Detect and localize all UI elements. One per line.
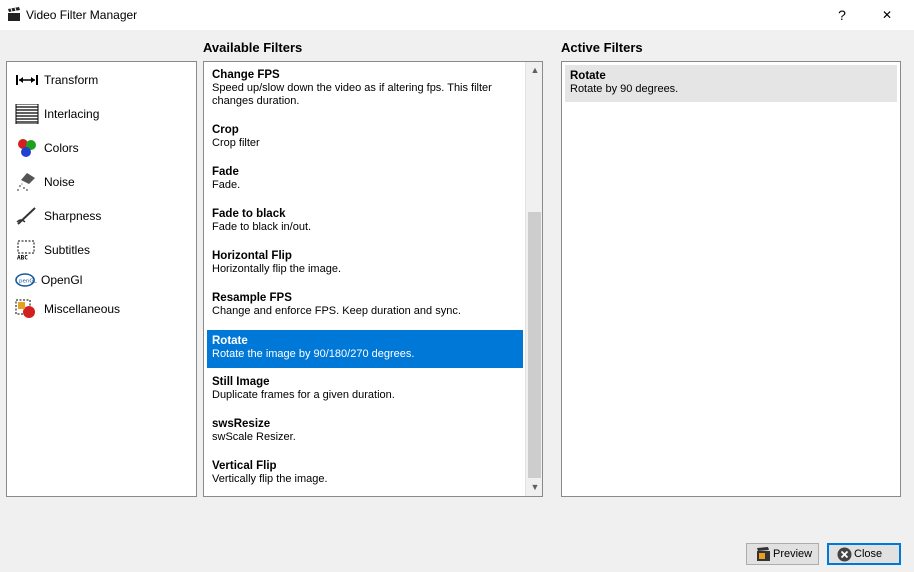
scroll-down-arrow-icon[interactable]: ▼ bbox=[526, 479, 542, 496]
active-filters-heading: Active Filters bbox=[561, 40, 643, 55]
category-subtitles[interactable]: ABC Subtitles bbox=[13, 237, 193, 263]
filter-description: Fade to black in/out. bbox=[212, 221, 312, 233]
filter-item-still-image[interactable]: Still Image Duplicate frames for a given… bbox=[207, 371, 523, 408]
miscellaneous-icon bbox=[15, 299, 35, 318]
filter-item-horizontal-flip[interactable]: Horizontal Flip Horizontally flip the im… bbox=[207, 245, 523, 282]
sharpness-icon bbox=[16, 207, 36, 225]
filter-item-change-fps[interactable]: Change FPS Speed up/slow down the video … bbox=[207, 64, 523, 114]
subtitles-icon: ABC bbox=[17, 240, 35, 261]
colors-icon bbox=[18, 139, 36, 157]
filter-description: Duplicate frames for a given duration. bbox=[212, 389, 395, 401]
filter-name: Horizontal Flip bbox=[212, 250, 292, 262]
category-label: Colors bbox=[44, 141, 79, 155]
available-filters-list: Change FPS Speed up/slow down the video … bbox=[203, 61, 543, 497]
filter-name: Vertical Flip bbox=[212, 460, 277, 472]
opengl-icon: penGL bbox=[15, 273, 37, 287]
active-filter-item-rotate[interactable]: Rotate Rotate by 90 degrees. bbox=[565, 65, 897, 102]
filter-name: swsResize bbox=[212, 418, 271, 430]
interlacing-icon bbox=[15, 104, 39, 124]
filters-scrollbar[interactable]: ▲ ▼ bbox=[525, 62, 542, 496]
filter-item-crop[interactable]: Crop Crop filter bbox=[207, 119, 523, 156]
preview-icon bbox=[757, 547, 770, 561]
filter-description: Speed up/slow down the video as if alter… bbox=[212, 82, 492, 107]
transform-icon bbox=[16, 75, 38, 85]
active-filters-list: Rotate Rotate by 90 degrees. bbox=[561, 61, 901, 497]
filter-item-vertical-flip[interactable]: Vertical Flip Vertically flip the image. bbox=[207, 455, 523, 492]
filter-item-resample-fps[interactable]: Resample FPS Change and enforce FPS. Kee… bbox=[207, 287, 523, 324]
active-filter-description: Rotate by 90 degrees. bbox=[570, 83, 679, 95]
filter-description: Fade. bbox=[212, 179, 241, 191]
preview-label: Preview bbox=[773, 548, 813, 560]
help-button[interactable]: ? bbox=[829, 3, 855, 27]
category-label: Noise bbox=[44, 175, 75, 189]
available-filters-heading: Available Filters bbox=[203, 40, 303, 55]
filter-name: Fade bbox=[212, 166, 239, 178]
filter-description: Horizontally flip the image. bbox=[212, 263, 342, 275]
scrollbar-thumb[interactable] bbox=[528, 212, 541, 478]
filter-description: swScale Resizer. bbox=[212, 431, 296, 443]
category-opengl[interactable]: penGL OpenGl bbox=[13, 267, 193, 293]
filter-item-swsresize[interactable]: swsResize swScale Resizer. bbox=[207, 413, 523, 450]
category-noise[interactable]: Noise bbox=[13, 169, 193, 195]
active-filter-name: Rotate bbox=[570, 70, 606, 82]
noise-icon bbox=[17, 173, 35, 191]
preview-button[interactable]: Preview bbox=[746, 543, 819, 565]
filter-item-fade-to-black[interactable]: Fade to black Fade to black in/out. bbox=[207, 203, 523, 240]
filter-name: Still Image bbox=[212, 376, 270, 388]
window-close-button[interactable]: ✕ bbox=[872, 3, 902, 27]
category-label: Transform bbox=[44, 73, 99, 87]
category-sharpness[interactable]: Sharpness bbox=[13, 203, 193, 229]
clapperboard-icon bbox=[8, 7, 20, 21]
filter-name: Crop bbox=[212, 124, 239, 136]
close-label: Close bbox=[854, 548, 883, 560]
filter-name: Fade to black bbox=[212, 208, 286, 220]
filter-description: Crop filter bbox=[212, 137, 260, 149]
filter-item-rotate[interactable]: Rotate Rotate the image by 90/180/270 de… bbox=[207, 330, 523, 368]
category-interlacing[interactable]: Interlacing bbox=[13, 101, 193, 127]
category-label: Sharpness bbox=[44, 209, 102, 223]
close-circle-icon bbox=[837, 547, 852, 562]
category-label: OpenGl bbox=[41, 273, 83, 287]
filter-name: Resample FPS bbox=[212, 292, 292, 304]
category-label: Subtitles bbox=[44, 243, 91, 257]
scroll-up-arrow-icon[interactable]: ▲ bbox=[526, 62, 542, 79]
filter-item-fade[interactable]: Fade Fade. bbox=[207, 161, 523, 198]
category-colors[interactable]: Colors bbox=[13, 135, 193, 161]
filter-name: Change FPS bbox=[212, 69, 280, 81]
filter-description: Rotate the image by 90/180/270 degrees. bbox=[212, 348, 415, 360]
category-label: Miscellaneous bbox=[44, 302, 121, 316]
svg-text:ABC: ABC bbox=[17, 255, 28, 261]
filter-description: Change and enforce FPS. Keep duration an… bbox=[212, 305, 461, 317]
svg-text:penGL: penGL bbox=[19, 279, 37, 285]
category-transform[interactable]: Transform bbox=[13, 67, 193, 93]
filter-description: Vertically flip the image. bbox=[212, 473, 328, 485]
category-miscellaneous[interactable]: Miscellaneous bbox=[13, 296, 193, 322]
category-label: Interlacing bbox=[44, 107, 100, 121]
close-button[interactable]: Close bbox=[827, 543, 901, 565]
category-list: Transform Interlacing Colors Noise Sharp… bbox=[6, 61, 197, 497]
title-bar: Video Filter Manager ? ✕ bbox=[0, 0, 914, 30]
filter-name: Rotate bbox=[212, 335, 248, 347]
window-title: Video Filter Manager bbox=[26, 8, 138, 22]
